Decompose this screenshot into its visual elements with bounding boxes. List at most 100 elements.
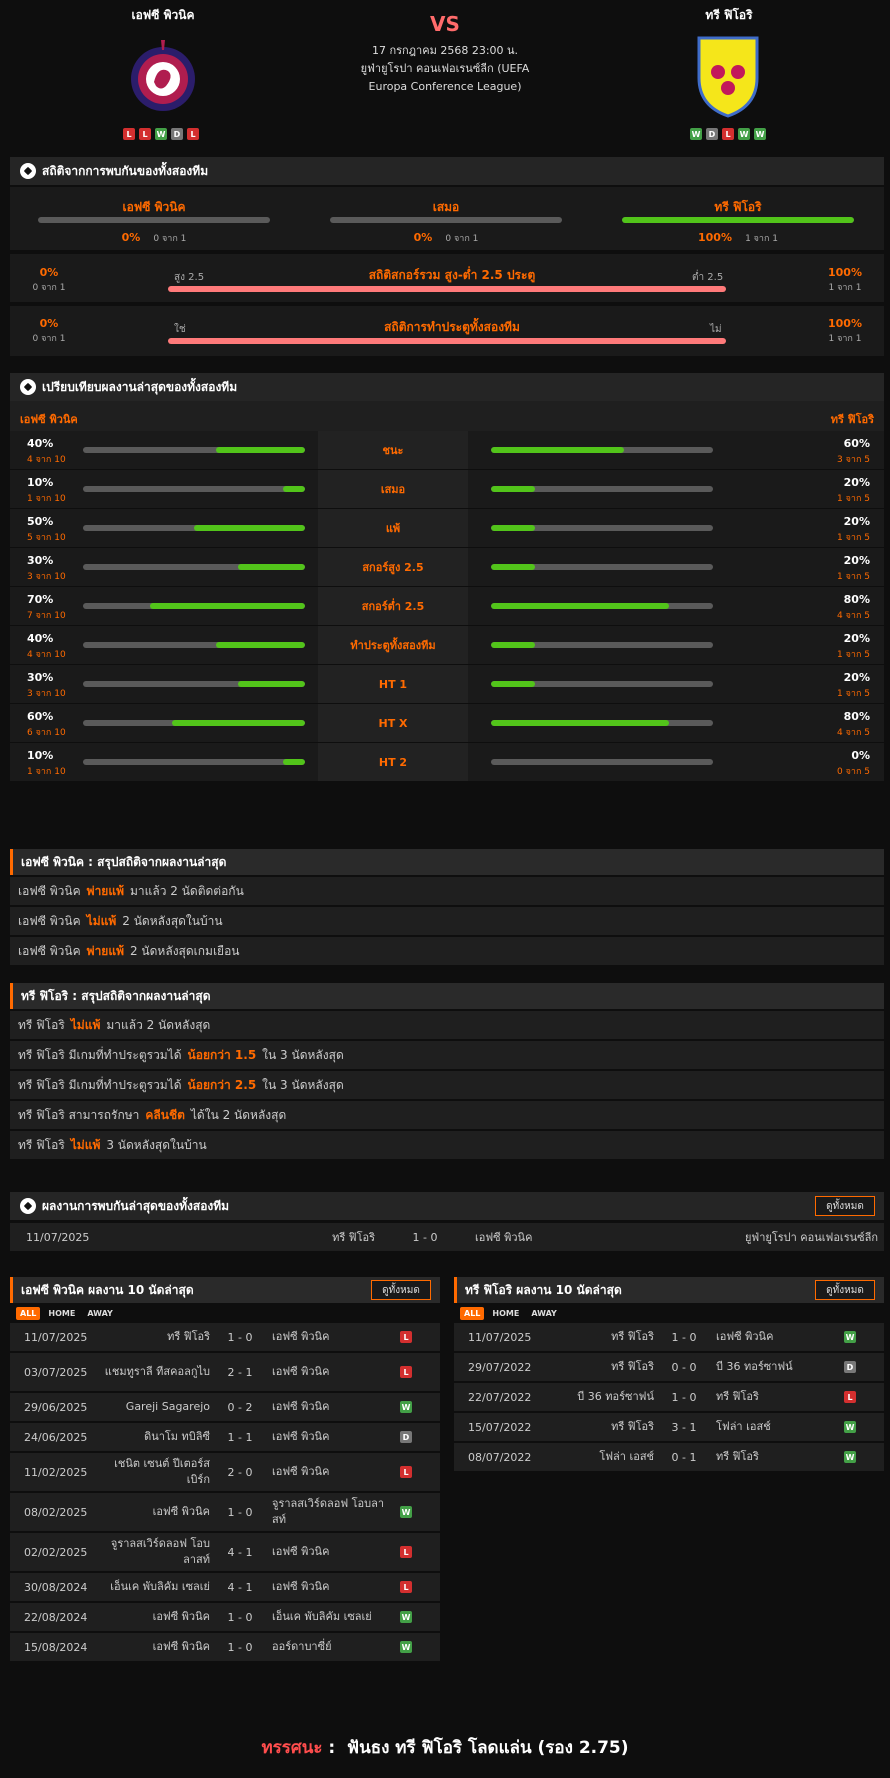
home-of: 3 จาก 10 [27,689,66,699]
away-of: 3 จาก 5 [837,455,870,465]
home-of: 1 จาก 10 [27,494,66,504]
tab-away[interactable]: AWAY [83,1307,117,1320]
match-score: 2 - 1 [227,1365,253,1379]
match-away: เอฟซี พิวนิค [272,1465,330,1478]
result-badge-cell: W [844,1323,856,1351]
tab-all[interactable]: ALL [460,1307,485,1320]
away-last10-title: ทรี ฟิโอริ ผลงาน 10 นัดล่าสุด [465,1282,622,1297]
match-row[interactable]: 08/07/2022 โฟล่า เอสช์ 0 - 1 ทรี ฟิโอริ W [454,1443,884,1471]
ou-right-of: 1 จาก 1 [828,283,862,293]
result-badge: L [400,1331,412,1343]
h2h-draw-label: เสมอ [432,200,460,214]
match-home: ทรี ฟิโอริ [332,1231,375,1244]
match-row[interactable]: 15/08/2024 เอฟซี พิวนิค 1 - 0 ออร์ดาบาซี่ย์… [10,1633,440,1661]
match-datetime: 17 กรกฎาคม 2568 23:00 น. [371,44,519,57]
match-row[interactable]: 11/07/2025 ทรี ฟิโอริ 1 - 0 เอฟซี พิวนิค W [454,1323,884,1351]
match-row[interactable]: 29/06/2025 Gareji Sagarejo 0 - 2 เอฟซี พิวน… [10,1393,440,1421]
btts-left-of: 0 จาก 1 [32,334,66,344]
comparison-title: เปรียบเทียบผลงานล่าสุดของทั้งสองทีม [42,379,238,394]
result-badge-cell: L [400,1573,412,1601]
away-bar-fill [491,486,536,492]
comparison-row: 70% 7 จาก 10 สกอร์ต่ำ 2.5 80% 4 จาก 5 [10,587,884,625]
h2h-home-of: 0 จาก 1 [153,234,187,244]
match-score: 1 - 0 [227,1640,253,1654]
home-pct: 40% [27,437,54,450]
match-row[interactable]: 30/08/2024 เอ็นเค พับลิคัม เซลเย่ 4 - 1 เอฟ… [10,1573,440,1601]
away-bar [491,486,713,492]
match-home: เชนิต เซนต์ ปีเตอร์สเบิร์ก [114,1457,210,1486]
tab-home[interactable]: HOME [488,1307,523,1320]
match-date: 11/07/2025 [468,1330,532,1344]
match-row[interactable]: 22/07/2022 บี 36 ทอร์ซาฟน์ 1 - 0 ทรี ฟิโอริ… [454,1383,884,1411]
home-pct: 30% [27,554,54,567]
match-score: 0 - 1 [671,1450,697,1464]
match-date: 08/02/2025 [24,1505,88,1519]
match-score: 1 - 0 [227,1610,253,1624]
summary-highlight: พ่ายแพ้ [86,943,124,958]
match-home: เอฟซี พิวนิค [152,1610,210,1623]
tab-away[interactable]: AWAY [527,1307,561,1320]
away-pct: 60% [843,437,870,450]
ou-right-pct: 100% [828,266,862,279]
tab-all[interactable]: ALL [16,1307,41,1320]
match-row[interactable]: 11/02/2025 เชนิต เซนต์ ปีเตอร์สเบิร์ก 2 - … [10,1453,440,1491]
result-badge-cell: D [400,1423,412,1451]
match-home: ทรี ฟิโอริ [167,1330,210,1343]
away-team-name[interactable]: ทรี ฟิโอริ [629,6,829,25]
home-team-logo[interactable] [128,36,198,122]
away-bar-fill [491,447,625,453]
form-badge: W [754,128,766,140]
home-of: 3 จาก 10 [27,572,66,582]
match-home: ทรี ฟิโอริ [611,1360,654,1373]
home-team-name[interactable]: เอฟซี พิวนิค [63,6,263,25]
away-form-badges: WDLWW [690,128,766,140]
match-row[interactable]: 22/08/2024 เอฟซี พิวนิค 1 - 0 เอ็นเค พับลิค… [10,1603,440,1631]
h2h-result-row[interactable]: 11/07/2025 ทรี ฟิโอริ 1 - 0 เอฟซี พิวนิค ยูฟ… [10,1223,884,1251]
match-row[interactable]: 15/07/2022 ทรี ฟิโอริ 3 - 1 โฟล่า เอสช์ W [454,1413,884,1441]
h2h-stats-header: สถิติจากการพบกันของทั้งสองทีม [10,157,884,185]
comparison-away-label[interactable]: ทรี ฟิโอริ [831,410,874,428]
away-team-logo[interactable] [693,32,763,118]
result-badge: L [844,1391,856,1403]
summary-highlight: พ่ายแพ้ [86,883,124,898]
comparison-row: 10% 1 จาก 10 เสมอ 20% 1 จาก 5 [10,470,884,508]
match-date: 02/02/2025 [24,1545,88,1559]
match-row[interactable]: 02/02/2025 จูราลสเวิร์ดลอฟ โอบลาสท์ 4 - 1 เ… [10,1533,440,1571]
match-row[interactable]: 24/06/2025 ดินาโม ทบิลิซี 1 - 1 เอฟซี พิวนิ… [10,1423,440,1451]
result-badge-cell: L [400,1323,412,1351]
away-of: 1 จาก 5 [837,533,870,543]
away-bar-fill [491,564,536,570]
home-bar [83,681,305,687]
h2h-view-all-button[interactable]: ดูทั้งหมด [815,1196,875,1216]
h2h-home-bar [38,217,270,223]
verdict-separator: : [322,1738,348,1758]
home-of: 4 จาก 10 [27,650,66,660]
match-row[interactable]: 03/07/2025 แชมทูราลี ทีสคอลกูไบ 2 - 1 เอฟซี… [10,1353,440,1391]
away-bar [491,447,713,453]
match-row[interactable]: 11/07/2025 ทรี ฟิโอริ 1 - 0 เอฟซี พิวนิค L [10,1323,440,1351]
match-away: เอฟซี พิวนิค [716,1330,774,1343]
summary-text: เอฟซี พิวนิค [18,913,81,928]
match-competition: ยูฟ่ายูโรปา คอนเฟอเรนซ์ลีก [744,1231,878,1244]
match-row[interactable]: 29/07/2022 ทรี ฟิโอริ 0 - 0 บี 36 ทอร์ซาฟน์… [454,1353,884,1381]
summary-text: ทรี ฟิโอริ สามารถรักษา [18,1107,140,1122]
comparison-row: 30% 3 จาก 10 สกอร์สูง 2.5 20% 1 จาก 5 [10,548,884,586]
away-last10-view-all-button[interactable]: ดูทั้งหมด [815,1280,875,1300]
home-last10-view-all-button[interactable]: ดูทั้งหมด [371,1280,431,1300]
summary-text: ได้ใน 2 นัดหลังสุด [190,1107,287,1122]
football-icon [20,163,36,179]
tab-home[interactable]: HOME [44,1307,79,1320]
btts-bar [168,338,726,344]
match-away: เอฟซี พิวนิค [272,1365,330,1378]
match-score: 1 - 0 [412,1230,438,1244]
h2h-away-label: ทรี ฟิโอริ [714,200,762,214]
summary-highlight: ไม่แพ้ [70,1137,101,1152]
summary-row: เอฟซี พิวนิค ไม่แพ้ 2 นัดหลังสุดในบ้าน [10,907,884,935]
match-row[interactable]: 08/02/2025 เอฟซี พิวนิค 1 - 0 จูราลสเวิร์ดล… [10,1493,440,1531]
comparison-label: สกอร์สูง 2.5 [318,548,468,586]
home-bar [83,720,305,726]
match-score: 4 - 1 [227,1545,253,1559]
result-badge-cell: W [400,1393,412,1421]
comparison-home-label[interactable]: เอฟซี พิวนิค [20,410,78,428]
match-away: เอฟซี พิวนิค [475,1231,533,1244]
